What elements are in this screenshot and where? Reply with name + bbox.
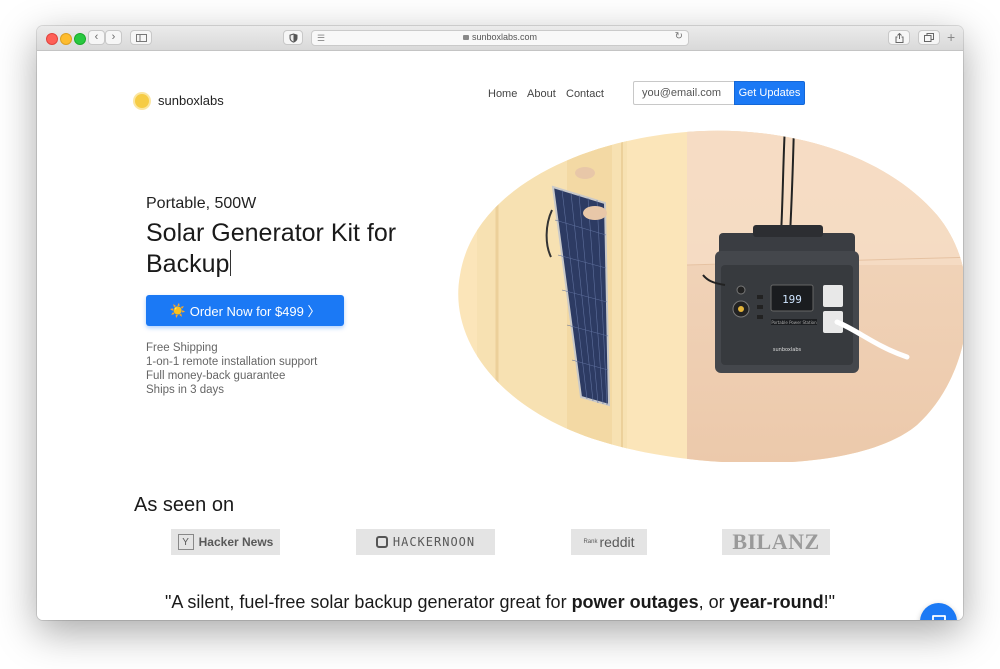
reddit-text: reddit xyxy=(599,534,635,550)
hacker-news-logo[interactable]: Y Hacker News xyxy=(171,529,280,555)
quote-text: , or xyxy=(698,592,730,612)
bilanz-logo[interactable]: BILANZ xyxy=(722,529,830,555)
reddit-logo[interactable]: Rank reddit xyxy=(571,529,647,555)
feature-item: Ships in 3 days xyxy=(146,384,224,396)
hacker-news-text: Hacker News xyxy=(198,535,274,549)
close-window-button[interactable] xyxy=(46,33,58,45)
nav-home-link[interactable]: Home xyxy=(488,88,517,100)
logo-text: sunboxlabs xyxy=(158,93,224,108)
site-logo[interactable]: sunboxlabs xyxy=(135,93,224,108)
reload-icon[interactable]: ↻ xyxy=(675,32,683,42)
y-combinator-icon: Y xyxy=(177,534,194,550)
hackernoon-text: HACKERNOON xyxy=(392,535,476,549)
chevron-left-icon: ‹ xyxy=(94,31,99,43)
hero-product-image: 199 Portable Power Station sunboxlabs xyxy=(458,130,963,462)
feature-item: 1-on-1 remote installation support xyxy=(146,356,318,368)
privacy-report-button[interactable] xyxy=(283,30,303,45)
hackernoon-logo[interactable]: HACKERNOON xyxy=(356,529,495,555)
order-now-button[interactable]: ☀️ Order Now for $499 〉 xyxy=(146,295,344,326)
testimonial-quote: "A silent, fuel-free solar backup genera… xyxy=(37,592,963,613)
browser-toolbar: ‹ › ☰ sunboxlabs.com ↻ + xyxy=(37,26,963,51)
address-bar[interactable]: ☰ sunboxlabs.com ↻ xyxy=(311,30,689,46)
sidebar-button[interactable] xyxy=(130,30,152,45)
tabs-overview-button[interactable] xyxy=(918,30,940,45)
feature-item: Full money-back guarantee xyxy=(146,370,286,382)
browser-window: ‹ › ☰ sunboxlabs.com ↻ + sunboxlabs Home xyxy=(37,26,963,620)
hero-headline: Solar Generator Kit for Backup xyxy=(146,218,446,280)
sidebar-icon xyxy=(135,33,147,42)
forward-button[interactable]: › xyxy=(105,30,122,45)
feature-item: Free Shipping xyxy=(146,342,218,354)
nav-about-link[interactable]: About xyxy=(527,88,556,100)
get-updates-button[interactable]: Get Updates xyxy=(734,81,805,105)
quote-bold-text: year-round xyxy=(729,592,824,612)
chevron-right-icon: › xyxy=(111,31,116,43)
share-icon xyxy=(895,32,903,43)
device-display-text: 199 xyxy=(782,293,802,306)
minimize-window-button[interactable] xyxy=(60,33,72,45)
zoom-window-button[interactable] xyxy=(74,33,86,45)
feature-list: Free Shipping 1-on-1 remote installation… xyxy=(146,341,317,397)
as-seen-on-heading: As seen on xyxy=(134,494,235,516)
hero-subtitle: Portable, 500W xyxy=(146,195,257,212)
web-page: sunboxlabs Home About Contact Get Update… xyxy=(37,51,963,620)
text-cursor xyxy=(230,250,232,276)
tabs-icon xyxy=(924,33,934,42)
plus-icon[interactable]: + xyxy=(947,30,955,44)
device-label-text: Portable Power Station xyxy=(771,320,817,325)
quote-text: "A silent, fuel-free solar backup genera… xyxy=(164,592,572,612)
email-input[interactable] xyxy=(633,81,735,105)
hero-headline-text: Solar Generator Kit for Backup xyxy=(146,219,397,278)
quote-text: !" xyxy=(823,592,836,612)
back-button[interactable]: ‹ xyxy=(88,30,105,45)
lock-icon xyxy=(462,35,469,40)
sun-logo-icon xyxy=(135,93,149,108)
share-button[interactable] xyxy=(888,30,910,45)
sun-icon: ☀️ xyxy=(169,302,186,318)
hackernoon-helmet-icon xyxy=(375,536,388,548)
reddit-small-text: Rank xyxy=(583,538,598,545)
chat-bubble-icon xyxy=(931,614,946,620)
nav-contact-link[interactable]: Contact xyxy=(566,88,604,100)
shield-icon xyxy=(289,33,297,43)
url-text: sunboxlabs.com xyxy=(471,32,538,42)
device-brand-text: sunboxlabs xyxy=(773,347,802,353)
quote-bold-text: power outages xyxy=(571,592,699,612)
order-now-label: Order Now for $499 〉 xyxy=(189,304,321,319)
